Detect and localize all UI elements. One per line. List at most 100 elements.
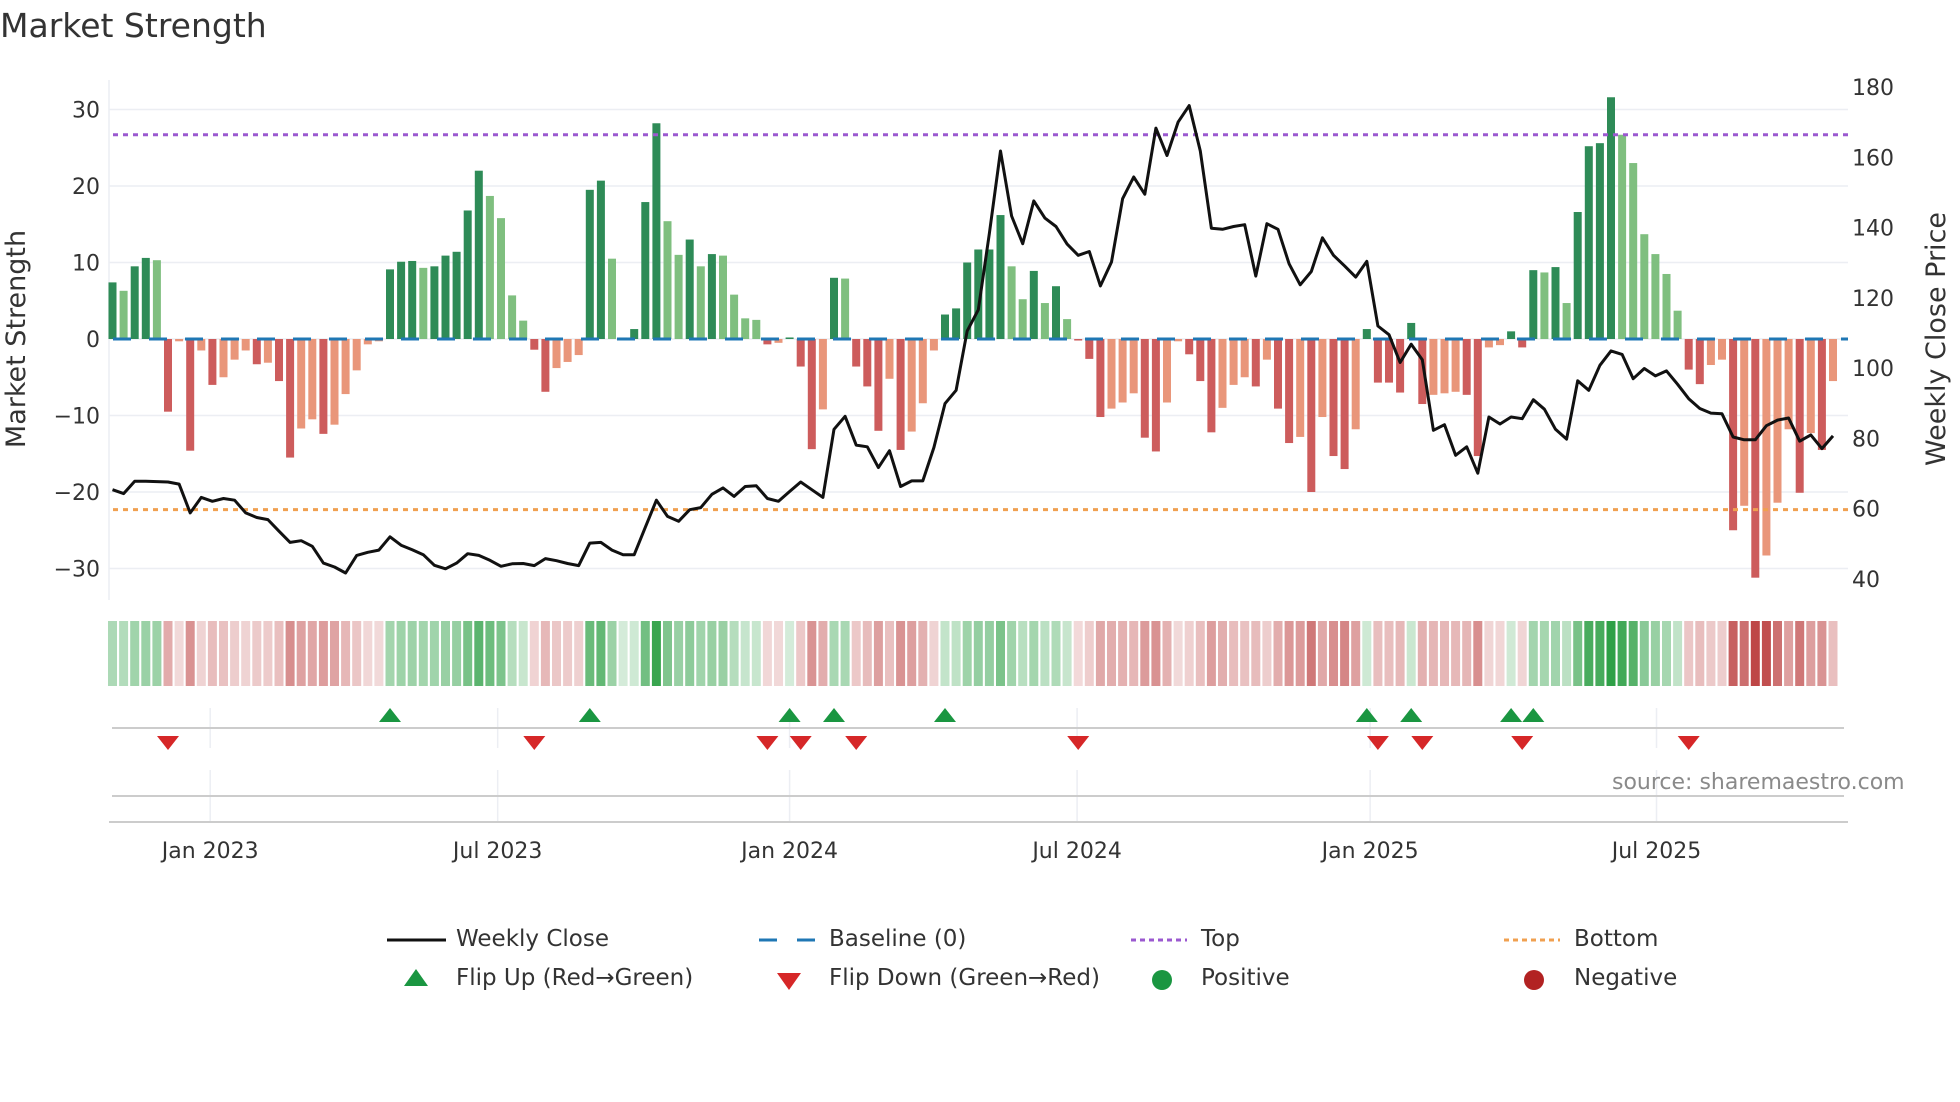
y-tick-label: −20 [54,481,100,506]
heatmap-cell [274,621,284,686]
heatmap-cell [285,621,295,686]
y2-tick-label: 120 [1852,287,1894,312]
heatmap-cell [1773,621,1782,686]
strength-bar [164,339,172,412]
strength-bar [830,277,838,339]
legend-green-circle-icon [1152,970,1172,990]
strength-bar [796,339,805,367]
y2-tick-label: 100 [1852,357,1894,382]
strength-bar [818,339,827,410]
strength-bar [1307,339,1316,492]
source-credit: source: sharemaestro.com [1612,770,1905,795]
strength-bar [1806,339,1815,434]
heatmap-cell [396,621,406,686]
strength-bar [275,339,283,382]
heatmap-cell [196,621,206,686]
heatmap-cell [452,621,462,686]
strength-bar [1829,339,1837,382]
strength-bar [918,339,927,404]
flip-down-marker [1511,736,1534,750]
heatmap-cell [1095,621,1105,686]
strength-bar [1373,339,1382,383]
heatmap-cell [1384,621,1394,686]
strength-bar [1784,339,1793,430]
heatmap-cell [1173,621,1183,686]
heatmap-cell [1695,621,1705,686]
x-tick-label: Jul 2023 [451,839,543,864]
heatmap-cell [1462,621,1472,686]
strength-bar [1196,339,1205,382]
strength-bar [1129,339,1138,394]
strength-bar [485,195,494,339]
heatmap-cell [1262,621,1272,686]
strength-bar [286,339,295,458]
strength-bar [1362,329,1371,339]
strength-bar [1562,303,1571,339]
heatmap-cell [918,621,928,686]
strength-bar [1274,339,1282,409]
heatmap-cell [1151,621,1161,686]
heatmap-cell [751,621,761,686]
legend-top-dotted-line-icon [1131,938,1187,942]
strength-bar [863,339,872,387]
strength-bar [1096,339,1105,418]
heatmap-cell [1184,621,1194,686]
strength-bar [1218,339,1227,408]
heatmap-cell [807,621,817,686]
strength-bar [1762,339,1771,556]
heatmap-cell [851,621,861,686]
strength-bar [1074,339,1083,341]
legend-solid-line-icon [387,938,446,942]
strength-bar [1251,339,1260,387]
heatmap-cell [1717,621,1727,686]
strength-bar [1629,163,1638,339]
heatmap-cell [896,621,906,686]
heatmap-cell [219,621,228,686]
strength-bar [1429,339,1438,395]
flip-up-marker [823,708,845,722]
flip-up-marker [1522,708,1545,722]
heatmap-cell [1329,621,1338,686]
heatmap-cell [1628,621,1638,686]
heatmap-cell [1340,621,1350,686]
heatmap-cell [485,621,495,686]
heatmap-cell [1673,621,1683,686]
heatmap-cell [1784,621,1794,686]
heatmap-cell [1251,621,1261,686]
strength-bar [1795,339,1804,493]
strength-bar [319,339,328,434]
heatmap-cell [1140,621,1150,686]
heatmap-cell [363,621,373,686]
strength-bar [452,251,461,339]
strength-bar [1240,339,1249,378]
strength-bar [1407,322,1416,339]
strength-bar [341,339,350,395]
heatmap-cell [718,621,728,686]
heatmap-cell [1206,621,1216,686]
strength-bar [807,339,816,450]
heatmap-cell [252,621,262,686]
heatmap-cell [341,621,351,686]
heatmap-cell [1062,621,1072,686]
strength-bar [1651,254,1660,339]
heatmap-cell [862,621,872,686]
heatmap-cell [796,621,806,686]
strength-bar [1684,339,1693,370]
heatmap-cell [729,621,739,686]
heatmap-cell [1573,621,1583,686]
heatmap-cell [707,621,717,686]
strength-bar [1573,212,1582,339]
legend-negative: Negative [1574,965,1678,991]
strength-bar [119,290,128,339]
strength-bar [874,339,883,431]
legend-bottom-dotted-line-icon [1504,938,1560,942]
heatmap-cell [962,621,972,686]
strength-bar [1695,339,1704,385]
strength-bar [1107,339,1116,409]
heatmap-cell [984,621,994,686]
heatmap-cell [352,621,362,686]
heatmap-cell [607,621,617,686]
heatmap-cell [330,621,339,686]
strength-bar [608,258,616,339]
x-tick-label: Jan 2023 [160,839,259,864]
